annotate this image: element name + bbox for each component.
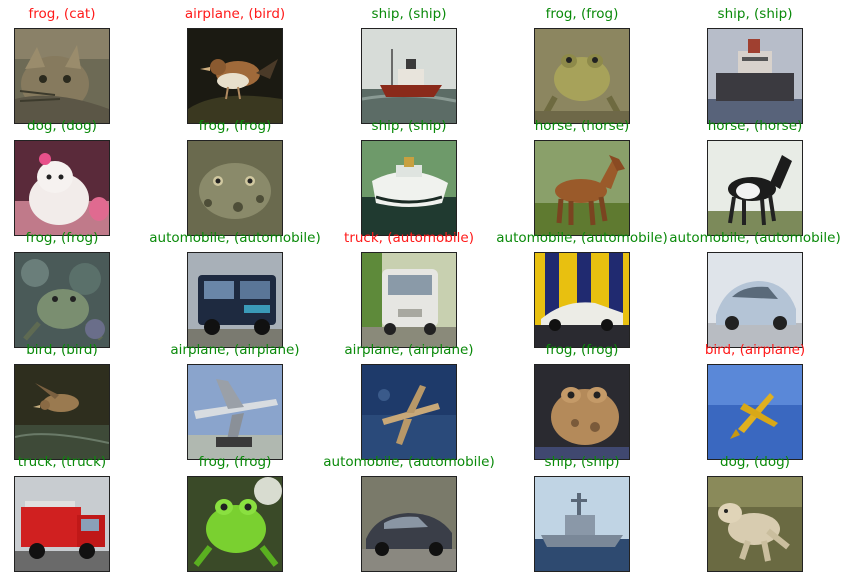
dog-image xyxy=(707,476,803,572)
grid-cell: horse, (horse) xyxy=(534,118,630,236)
ship-image xyxy=(361,140,457,236)
grid-cell: automobile, (automobile) xyxy=(669,230,841,348)
van-image xyxy=(361,252,457,348)
grid-cell: ship, (ship) xyxy=(534,454,630,572)
grid-cell: truck, (truck) xyxy=(14,454,110,572)
grid-cell: frog, (frog) xyxy=(14,230,110,348)
cat-image xyxy=(14,28,110,124)
grid-cell: ship, (ship) xyxy=(361,6,457,124)
prediction-grid: frog, (cat) airplane, (bird) ship, (ship… xyxy=(0,0,857,586)
horse-image xyxy=(707,140,803,236)
grid-cell: truck, (automobile) xyxy=(344,230,474,348)
grid-cell: bird, (airplane) xyxy=(705,342,805,460)
ship-image xyxy=(534,476,630,572)
grid-cell: frog, (cat) xyxy=(14,6,110,124)
grid-cell: dog, (dog) xyxy=(707,454,803,572)
grid-cell: horse, (horse) xyxy=(707,118,803,236)
prediction-caption: automobile, (automobile) xyxy=(669,230,841,246)
truck-image xyxy=(187,252,283,348)
car-image xyxy=(707,252,803,348)
prediction-caption: horse, (horse) xyxy=(707,118,803,134)
grid-cell: airplane, (bird) xyxy=(185,6,285,124)
bird-image xyxy=(14,364,110,460)
firetruck-image xyxy=(14,476,110,572)
bird-image xyxy=(187,28,283,124)
frog-image xyxy=(14,252,110,348)
frog-image xyxy=(187,476,283,572)
grid-cell: airplane, (airplane) xyxy=(170,342,300,460)
prediction-caption: bird, (airplane) xyxy=(704,342,806,358)
car-image xyxy=(534,252,630,348)
frog-image xyxy=(187,140,283,236)
grid-cell: frog, (frog) xyxy=(534,342,630,460)
grid-cell: ship, (ship) xyxy=(707,6,803,124)
airplane-image xyxy=(707,364,803,460)
grid-cell: frog, (frog) xyxy=(534,6,630,124)
grid-cell: dog, (dog) xyxy=(14,118,110,236)
frog-image xyxy=(534,28,630,124)
grid-cell: automobile, (automobile) xyxy=(149,230,321,348)
ship-image xyxy=(361,28,457,124)
airplane-image xyxy=(361,364,457,460)
dog-image xyxy=(14,140,110,236)
frog-image xyxy=(534,364,630,460)
airplane-image xyxy=(187,364,283,460)
grid-cell: airplane, (airplane) xyxy=(344,342,474,460)
grid-cell: frog, (frog) xyxy=(187,118,283,236)
horse-image xyxy=(534,140,630,236)
grid-cell: frog, (frog) xyxy=(187,454,283,572)
prediction-caption: dog, (dog) xyxy=(720,454,790,470)
grid-cell: bird, (bird) xyxy=(14,342,110,460)
car-image xyxy=(361,476,457,572)
grid-cell: ship, (ship) xyxy=(361,118,457,236)
prediction-caption: ship, (ship) xyxy=(717,6,793,22)
grid-cell: automobile, (automobile) xyxy=(496,230,668,348)
ship-image xyxy=(707,28,803,124)
grid-cell: automobile, (automobile) xyxy=(323,454,495,572)
